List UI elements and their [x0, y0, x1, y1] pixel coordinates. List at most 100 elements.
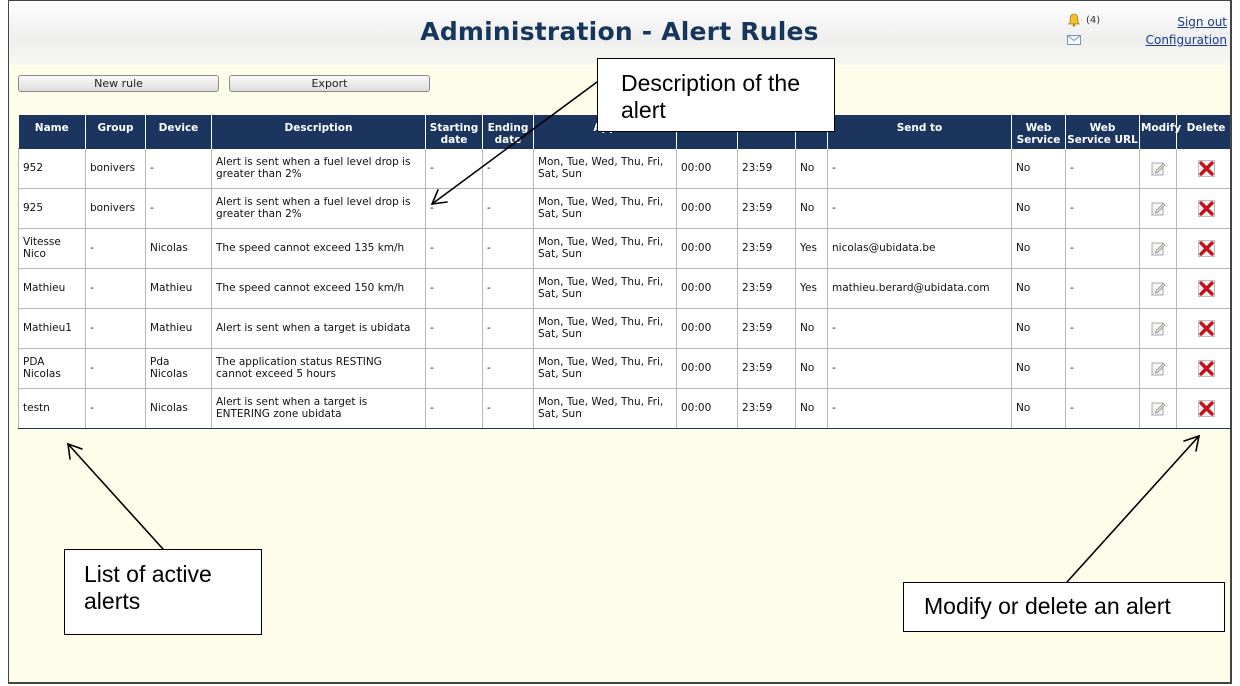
cell-from: 00:00: [676, 387, 738, 429]
table-row: PDA Nicolas - Pda Nicolas The applicatio…: [18, 347, 1230, 389]
new-rule-button[interactable]: New rule: [18, 75, 219, 92]
cell-email: Yes: [795, 267, 828, 309]
cell-email: No: [795, 347, 828, 389]
edit-icon[interactable]: [1151, 161, 1166, 176]
cell-to: 23:59: [737, 147, 796, 189]
cell-days: Mon, Tue, Wed, Thu, Fri, Sat, Sun: [533, 227, 677, 269]
table-row: Mathieu1 - Mathieu Alert is sent when a …: [18, 307, 1230, 349]
callout-active-alerts: List of active alerts: [64, 549, 262, 635]
cell-modify: [1139, 187, 1177, 229]
edit-icon[interactable]: [1151, 361, 1166, 376]
edit-icon[interactable]: [1151, 281, 1166, 296]
cell-web-service-url: -: [1065, 387, 1140, 429]
cell-send-to: mathieu.berard@ubidata.com: [827, 267, 1012, 309]
cell-name: Mathieu: [18, 267, 86, 309]
column-header-modify: Modify: [1139, 115, 1181, 148]
cell-send-to: -: [827, 147, 1012, 189]
cell-delete: [1176, 387, 1230, 429]
cell-delete: [1176, 307, 1230, 349]
cell-days: Mon, Tue, Wed, Thu, Fri, Sat, Sun: [533, 347, 677, 389]
cell-web-service: No: [1011, 227, 1066, 269]
cell-send-to: -: [827, 387, 1012, 429]
cell-modify: [1139, 307, 1177, 349]
cell-delete: [1176, 187, 1230, 229]
edit-icon[interactable]: [1151, 401, 1166, 416]
column-header-web-service[interactable]: Web Service: [1011, 115, 1066, 148]
cell-modify: [1139, 227, 1177, 269]
export-button[interactable]: Export: [229, 75, 430, 92]
column-header-delete: Delete: [1176, 115, 1230, 148]
edit-icon[interactable]: [1151, 321, 1166, 336]
cell-starting-date: -: [425, 307, 483, 349]
delete-icon[interactable]: [1197, 239, 1215, 257]
column-header-ending-date[interactable]: Ending date: [482, 115, 534, 148]
cell-name: 952: [18, 147, 86, 189]
cell-delete: [1176, 347, 1230, 389]
cell-web-service-url: -: [1065, 187, 1140, 229]
delete-icon[interactable]: [1197, 399, 1215, 417]
cell-from: 00:00: [676, 347, 738, 389]
cell-name: PDA Nicolas: [18, 347, 86, 389]
notification-count: (4): [1086, 15, 1101, 26]
table-row: 925 bonivers - Alert is sent when a fuel…: [18, 187, 1230, 229]
delete-icon[interactable]: [1197, 279, 1215, 297]
page-title: Administration - Alert Rules: [420, 17, 819, 46]
cell-from: 00:00: [676, 147, 738, 189]
cell-group: -: [85, 267, 146, 309]
cell-to: 23:59: [737, 307, 796, 349]
cell-group: bonivers: [85, 187, 146, 229]
bell-icon[interactable]: [1067, 13, 1081, 27]
column-header-description[interactable]: Description: [211, 115, 426, 148]
cell-modify: [1139, 347, 1177, 389]
cell-name: Vitesse Nico: [18, 227, 86, 269]
configuration-link[interactable]: Configuration: [1146, 33, 1227, 47]
alert-rules-table: Name Group Device Description Starting d…: [18, 115, 1230, 429]
column-header-name[interactable]: Name: [18, 115, 86, 148]
cell-email: No: [795, 187, 828, 229]
edit-icon[interactable]: [1151, 241, 1166, 256]
cell-device: Mathieu: [145, 307, 212, 349]
cell-starting-date: -: [425, 387, 483, 429]
cell-group: -: [85, 307, 146, 349]
cell-group: -: [85, 387, 146, 429]
cell-send-to: -: [827, 347, 1012, 389]
table-row: Vitesse Nico - Nicolas The speed cannot …: [18, 227, 1230, 269]
cell-days: Mon, Tue, Wed, Thu, Fri, Sat, Sun: [533, 147, 677, 189]
delete-icon[interactable]: [1197, 159, 1215, 177]
cell-modify: [1139, 147, 1177, 189]
column-header-group[interactable]: Group: [85, 115, 146, 148]
cell-name: testn: [18, 387, 86, 429]
cell-email: No: [795, 147, 828, 189]
cell-days: Mon, Tue, Wed, Thu, Fri, Sat, Sun: [533, 187, 677, 229]
cell-web-service: No: [1011, 267, 1066, 309]
delete-icon[interactable]: [1197, 359, 1215, 377]
cell-starting-date: -: [425, 267, 483, 309]
column-header-starting-date[interactable]: Starting date: [425, 115, 483, 148]
cell-web-service: No: [1011, 147, 1066, 189]
mail-icon[interactable]: [1067, 35, 1081, 45]
cell-delete: [1176, 147, 1230, 189]
cell-starting-date: -: [425, 227, 483, 269]
cell-to: 23:59: [737, 187, 796, 229]
callout-description: Description of the alert: [597, 58, 835, 132]
cell-ending-date: -: [482, 307, 534, 349]
column-header-send-to[interactable]: Send to: [827, 115, 1012, 148]
column-header-web-service-url[interactable]: Web Service URL: [1065, 115, 1140, 148]
cell-web-service: No: [1011, 307, 1066, 349]
cell-from: 00:00: [676, 187, 738, 229]
delete-icon[interactable]: [1197, 319, 1215, 337]
cell-days: Mon, Tue, Wed, Thu, Fri, Sat, Sun: [533, 387, 677, 429]
sign-out-link[interactable]: Sign out: [1177, 15, 1227, 29]
cell-device: Pda Nicolas: [145, 347, 212, 389]
cell-web-service-url: -: [1065, 267, 1140, 309]
cell-to: 23:59: [737, 347, 796, 389]
page-header: Administration - Alert Rules (4) Sign ou…: [9, 1, 1230, 65]
cell-starting-date: -: [425, 187, 483, 229]
callout-modify-delete: Modify or delete an alert: [903, 582, 1225, 632]
cell-email: No: [795, 387, 828, 429]
delete-icon[interactable]: [1197, 199, 1215, 217]
cell-starting-date: -: [425, 147, 483, 189]
column-header-device[interactable]: Device: [145, 115, 212, 148]
edit-icon[interactable]: [1151, 201, 1166, 216]
cell-to: 23:59: [737, 227, 796, 269]
